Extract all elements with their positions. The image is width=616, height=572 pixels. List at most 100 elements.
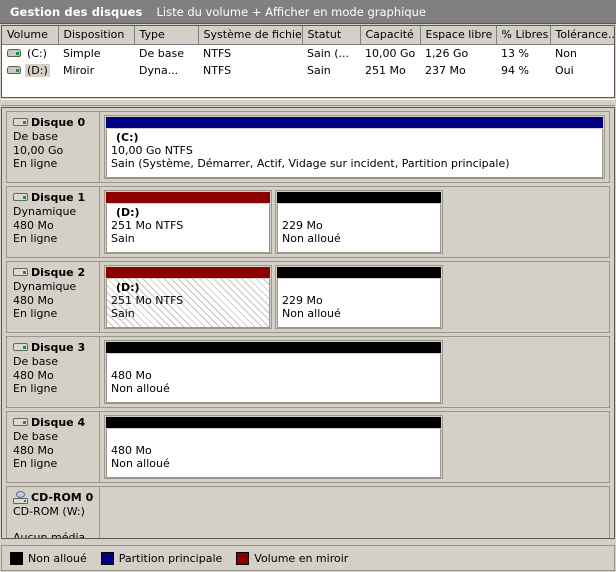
cell-status: Sain: [302, 62, 360, 79]
disk-drive-icon: [7, 65, 21, 75]
disk-row-3[interactable]: Disque 3 De base 480 Mo En ligne 480 Mo …: [6, 336, 610, 408]
cdrom-title: CD-ROM 0: [13, 491, 99, 504]
disk-drive-icon: [7, 48, 21, 58]
disk-kind: De base: [13, 430, 99, 444]
disk-state: En ligne: [13, 382, 99, 396]
volume-block-d-mirror-1[interactable]: (D:) 251 Mo NTFS Sain: [104, 190, 272, 254]
table-row[interactable]: (C:) Simple De base NTFS Sain (... 10,00…: [2, 45, 615, 62]
cell-fault-tolerance: Non: [550, 45, 615, 62]
hard-disk-icon: [13, 192, 28, 203]
volume-details: (C:) 10,00 Go NTFS Sain (Système, Démarr…: [106, 129, 603, 178]
view-mode-label: Liste du volume + Afficher en mode graph…: [156, 5, 426, 19]
disk-management-window: Gestion des disques Liste du volume + Af…: [0, 0, 616, 572]
volume-size: 251 Mo NTFS: [111, 294, 265, 307]
disk-row-cdrom[interactable]: CD-ROM 0 CD-ROM (W:) Aucun média: [6, 486, 610, 539]
cell-capacity: 251 Mo: [360, 62, 420, 79]
volume-table-header-row: Volume Disposition Type Système de fichi…: [2, 26, 615, 45]
volume-letter: (C:): [111, 131, 598, 144]
legend-item-unallocated: Non alloué: [10, 552, 87, 565]
volume-status: Sain (Système, Démarrer, Actif, Vidage s…: [111, 157, 598, 170]
disk-info-4[interactable]: Disque 4 De base 480 Mo En ligne: [7, 412, 100, 482]
disk-row-4[interactable]: Disque 4 De base 480 Mo En ligne 480 Mo …: [6, 411, 610, 483]
cell-filesystem: NTFS: [198, 45, 302, 62]
cd-rom-icon: [13, 491, 28, 504]
cell-filesystem: NTFS: [198, 62, 302, 79]
disk-row-1[interactable]: Disque 1 Dynamique 480 Mo En ligne (D:) …: [6, 186, 610, 258]
volume-block-unallocated-4[interactable]: 480 Mo Non alloué: [104, 415, 443, 479]
disk-title-0: Disque 0: [13, 116, 99, 129]
disk-kind: Dynamique: [13, 205, 99, 219]
volume-status: Non alloué: [111, 457, 436, 470]
disk-state: En ligne: [13, 457, 99, 471]
cell-free-space: 237 Mo: [420, 62, 496, 79]
disk-kind: De base: [13, 355, 99, 369]
disk-state: En ligne: [13, 307, 99, 321]
cell-free-space: 1,26 Go: [420, 45, 496, 62]
volume-status: Sain: [111, 307, 265, 320]
column-header-capacity[interactable]: Capacité: [360, 26, 420, 45]
volume-letter: (D:): [111, 206, 265, 219]
column-header-free-space[interactable]: Espace libre: [420, 26, 496, 45]
cell-percent-free: 94 %: [496, 62, 550, 79]
column-header-fault-tolerance[interactable]: Tolérance...: [550, 26, 615, 45]
disk-row-2[interactable]: Disque 2 Dynamique 480 Mo En ligne (D:) …: [6, 261, 610, 333]
volume-status: Non alloué: [111, 382, 436, 395]
hard-disk-icon: [13, 417, 28, 428]
volume-color-bar: [277, 192, 441, 203]
disk-volumes-2: (D:) 251 Mo NTFS Sain 229 Mo Non alloué: [100, 262, 448, 332]
cell-percent-free: 13 %: [496, 45, 550, 62]
volume-table: Volume Disposition Type Système de fichi…: [2, 26, 615, 79]
table-row[interactable]: (D:) Miroir Dyna... NTFS Sain 251 Mo 237…: [2, 62, 615, 79]
column-header-filesystem[interactable]: Système de fichiers: [198, 26, 302, 45]
pane-splitter[interactable]: [1, 99, 615, 106]
volume-color-bar: [106, 342, 441, 353]
legend-label-mirrored-volume: Volume en miroir: [254, 552, 348, 565]
disk-row-0[interactable]: Disque 0 De base 10,00 Go En ligne (C:) …: [6, 111, 610, 183]
disk-info-3[interactable]: Disque 3 De base 480 Mo En ligne: [7, 337, 100, 407]
volume-size: 480 Mo: [111, 369, 436, 382]
volume-block-unallocated-2[interactable]: 229 Mo Non alloué: [275, 265, 443, 329]
disk-name: Disque 4: [31, 416, 85, 429]
disk-title-1: Disque 1: [13, 191, 99, 204]
volume-color-bar: [106, 417, 441, 428]
cdrom-info[interactable]: CD-ROM 0 CD-ROM (W:) Aucun média: [7, 487, 100, 539]
cell-capacity: 10,00 Go: [360, 45, 420, 62]
graphical-view-pane[interactable]: Disque 0 De base 10,00 Go En ligne (C:) …: [1, 107, 615, 539]
cell-status: Sain (...: [302, 45, 360, 62]
volume-details-selected: (D:) 251 Mo NTFS Sain: [106, 279, 270, 328]
volume-details: 480 Mo Non alloué: [106, 354, 441, 403]
volume-label: (D:): [25, 64, 50, 77]
hard-disk-icon: [13, 267, 28, 278]
disk-info-2[interactable]: Disque 2 Dynamique 480 Mo En ligne: [7, 262, 100, 332]
disk-title-4: Disque 4: [13, 416, 99, 429]
disk-title-3: Disque 3: [13, 341, 99, 354]
legend-swatch-mirrored-volume: [236, 552, 249, 565]
column-header-type[interactable]: Type: [134, 26, 198, 45]
column-header-volume[interactable]: Volume: [2, 26, 58, 45]
column-header-status[interactable]: Statut: [302, 26, 360, 45]
disk-name: Disque 3: [31, 341, 85, 354]
legend-bar: Non alloué Partition principale Volume e…: [1, 545, 615, 571]
volume-block-d-mirror-2[interactable]: (D:) 251 Mo NTFS Sain: [104, 265, 272, 329]
volume-list-pane[interactable]: Volume Disposition Type Système de fichi…: [1, 25, 615, 98]
cell-volume[interactable]: (C:): [2, 45, 58, 62]
volume-details: 480 Mo Non alloué: [106, 429, 441, 478]
disk-info-0[interactable]: Disque 0 De base 10,00 Go En ligne: [7, 112, 100, 182]
volume-block-unallocated-3[interactable]: 480 Mo Non alloué: [104, 340, 443, 404]
volume-color-bar: [106, 267, 270, 278]
column-header-percent-free[interactable]: % Libres: [496, 26, 550, 45]
volume-size: 10,00 Go NTFS: [111, 144, 598, 157]
cdrom-state: Aucun média: [13, 531, 99, 540]
cdrom-media-area: [100, 487, 609, 539]
volume-block-unallocated-1[interactable]: 229 Mo Non alloué: [275, 190, 443, 254]
disk-info-1[interactable]: Disque 1 Dynamique 480 Mo En ligne: [7, 187, 100, 257]
column-header-disposition[interactable]: Disposition: [58, 26, 134, 45]
disk-kind: Dynamique: [13, 280, 99, 294]
disk-title-2: Disque 2: [13, 266, 99, 279]
volume-block-c[interactable]: (C:) 10,00 Go NTFS Sain (Système, Démarr…: [104, 115, 605, 179]
volume-letter: (D:): [111, 281, 265, 294]
cell-volume[interactable]: (D:): [2, 62, 58, 79]
legend-label-unallocated: Non alloué: [28, 552, 87, 565]
disk-volumes-4: 480 Mo Non alloué: [100, 412, 448, 482]
volume-color-bar: [106, 192, 270, 203]
